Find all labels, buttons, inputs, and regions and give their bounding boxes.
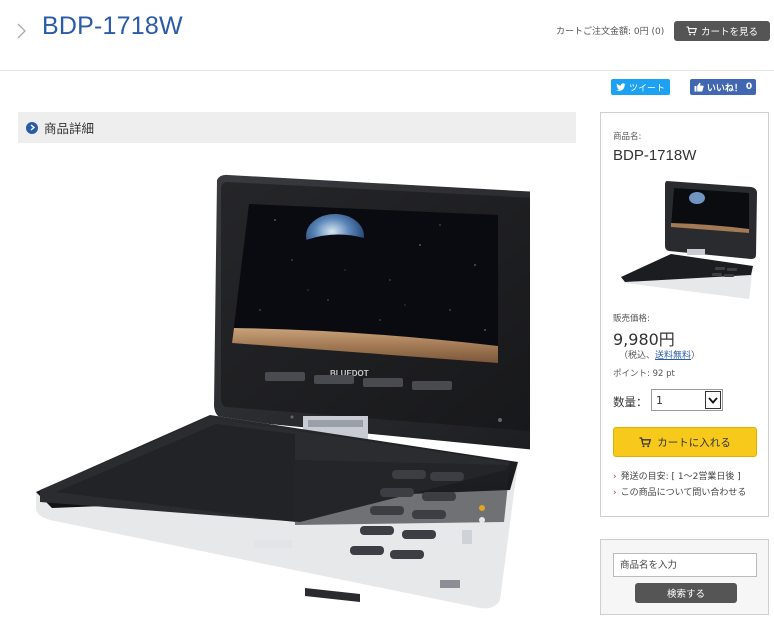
like-label: いいね！ [706, 83, 743, 94]
thumbs-up-icon [694, 82, 704, 92]
search-input[interactable] [613, 553, 757, 577]
tweet-button[interactable]: ツイート [611, 79, 670, 95]
product-name: BDP-1718W [613, 147, 697, 164]
section-title: 商品詳細 [44, 121, 95, 136]
tweet-label: ツイート [628, 83, 665, 94]
view-cart-label: カートを見る [700, 27, 758, 38]
page-title: BDP-1718W [42, 12, 183, 40]
tax-note: （税込、送料無料） [619, 348, 700, 361]
inquiry-text: この商品について問い合わせる [620, 488, 747, 498]
free-shipping-link[interactable]: 送料無料 [655, 351, 691, 361]
add-to-cart-label: カートに入れる [657, 436, 731, 449]
shipping-estimate: › 発送の目安: [ 1〜2営業日後 ] [613, 469, 741, 482]
quantity-value: 1 [656, 393, 663, 407]
tax-prefix: （税込、 [619, 351, 656, 361]
quantity-select[interactable]: 1 [651, 389, 723, 411]
points-text: ポイント: 92 pt [613, 369, 675, 379]
page-header: BDP-1718W カートご注文金額: 0円 (0) カートを見る [0, 0, 774, 60]
arrow-right-icon: › [613, 488, 617, 498]
like-count: 0 [745, 82, 753, 92]
inquiry-link[interactable]: › この商品について問い合わせる [613, 485, 746, 498]
product-thumbnail [621, 181, 757, 299]
add-to-cart-button[interactable]: カートに入れる [613, 427, 757, 457]
product-name-label: 商品名: [613, 132, 642, 142]
header-divider [0, 70, 774, 71]
search-button[interactable]: 検索する [635, 583, 737, 603]
chevron-right-icon [17, 23, 26, 39]
cart-icon [686, 26, 697, 36]
price-label: 販売価格: [613, 314, 650, 324]
twitter-bird-icon [616, 82, 626, 91]
product-purchase-panel: 商品名: BDP-1718W 販売価格: 9,980円 （税込、送料無料） ポイ… [600, 112, 769, 517]
chevron-down-icon [705, 391, 721, 409]
cart-total-text: カートご注文金額: 0円 (0) [556, 27, 665, 37]
shipping-text: 発送の目安: [ 1〜2営業日後 ] [620, 472, 741, 482]
tax-suffix: ） [691, 351, 701, 361]
cart-icon [639, 436, 652, 447]
product-price: 9,980円 [613, 330, 675, 349]
facebook-like-button[interactable]: いいね！ 0 [690, 79, 756, 95]
section-bullet-icon [26, 121, 38, 134]
view-cart-button[interactable]: カートを見る [674, 21, 770, 41]
product-photo: BLUEDOT [36, 174, 530, 609]
arrow-right-icon: › [613, 472, 617, 482]
search-panel: 検索する [600, 539, 769, 615]
quantity-label: 数量： [613, 395, 648, 409]
product-detail-heading: 商品詳細 [18, 112, 576, 143]
